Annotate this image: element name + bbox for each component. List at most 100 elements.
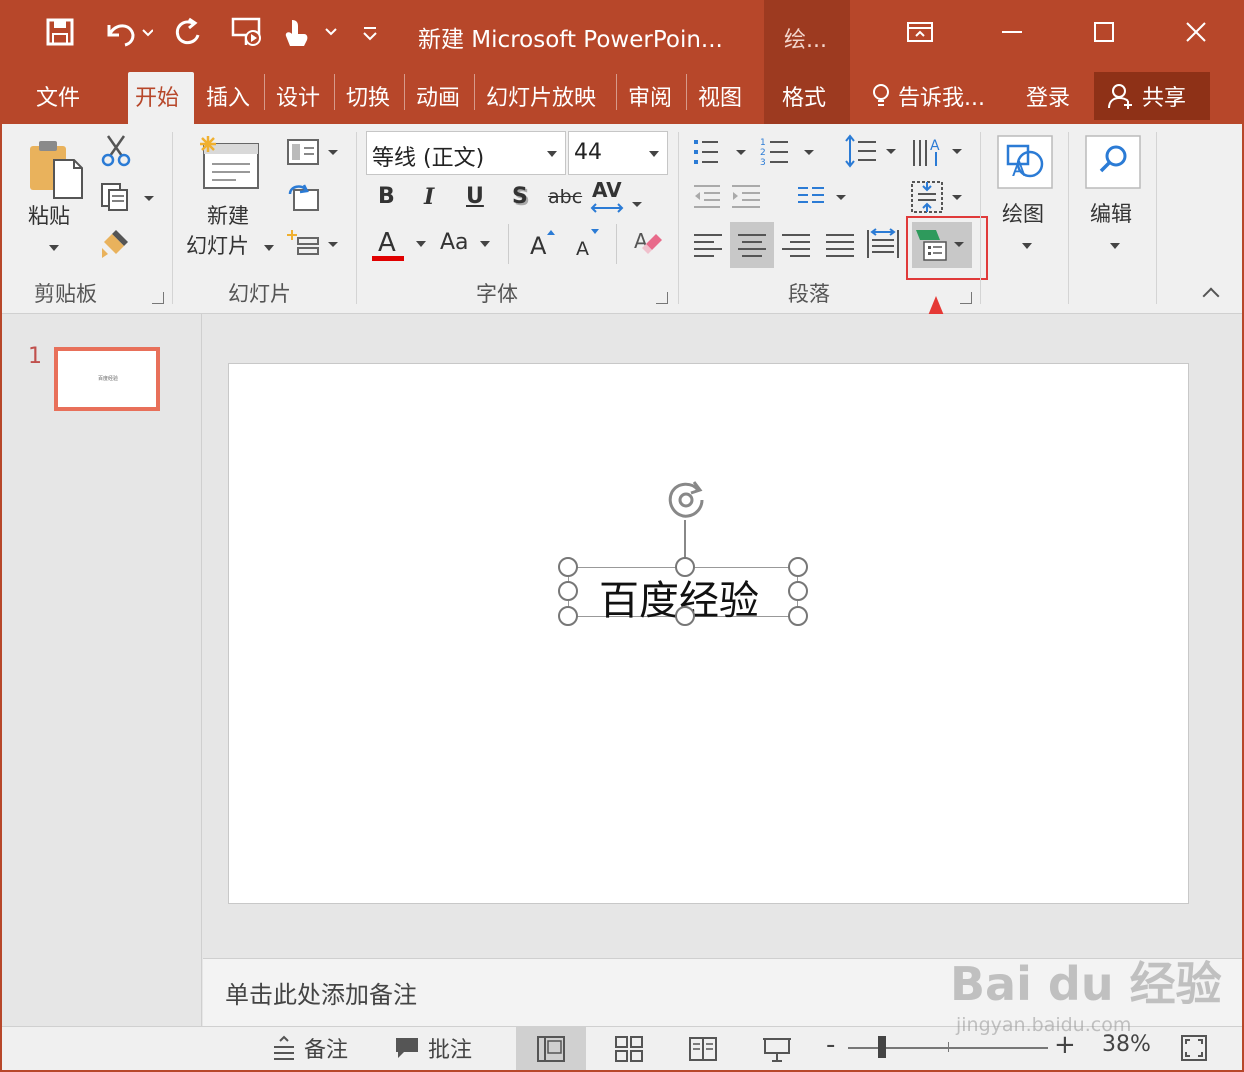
align-text-icon[interactable] xyxy=(910,178,968,216)
editing-label[interactable]: 编辑 xyxy=(1090,202,1132,227)
italic-button[interactable]: I xyxy=(424,184,434,210)
strikethrough-button[interactable]: abc xyxy=(548,186,582,208)
shrink-font-button[interactable]: A xyxy=(576,238,589,260)
editing-dropdown-icon[interactable] xyxy=(1110,243,1120,249)
present-from-start-icon[interactable] xyxy=(226,14,268,50)
font-color-dropdown-icon[interactable] xyxy=(416,241,426,247)
group-divider xyxy=(980,132,981,304)
char-spacing-button[interactable]: AV xyxy=(592,178,622,202)
tab-format[interactable]: 格式 xyxy=(782,80,826,112)
notes-icon xyxy=(274,1035,294,1060)
slide-canvas[interactable] xyxy=(228,363,1189,904)
customize-qat-icon[interactable] xyxy=(358,14,382,50)
minimize-icon[interactable] xyxy=(988,12,1036,52)
text-direction-icon[interactable]: A xyxy=(910,132,968,170)
tab-slideshow[interactable]: 幻灯片放映 xyxy=(486,80,596,112)
section-icon[interactable] xyxy=(286,228,342,264)
paragraph-launcher-icon[interactable] xyxy=(960,292,972,304)
clear-formatting-icon[interactable]: A xyxy=(632,226,664,260)
slide-sorter-icon[interactable] xyxy=(594,1026,664,1072)
undo-icon[interactable] xyxy=(100,14,156,50)
resize-handle-nw[interactable] xyxy=(558,557,578,577)
cut-icon[interactable] xyxy=(100,134,132,172)
resize-handle-e[interactable] xyxy=(788,581,808,601)
tab-review[interactable]: 审阅 xyxy=(628,80,672,112)
share-button[interactable]: 共享 xyxy=(1094,72,1210,120)
new-slide-label-1[interactable]: 新建 xyxy=(207,204,249,229)
shadow-button[interactable]: S xyxy=(512,184,528,209)
copy-icon[interactable] xyxy=(100,182,156,216)
window-title: 新建 Microsoft PowerPoin... xyxy=(418,27,723,53)
watermark-brand: Bai du 经验 xyxy=(950,957,1222,1011)
maximize-icon[interactable] xyxy=(1080,12,1128,52)
tab-animations[interactable]: 动画 xyxy=(416,80,460,112)
change-case-dropdown-icon[interactable] xyxy=(480,241,490,247)
distributed-icon[interactable] xyxy=(866,226,902,262)
align-center-icon[interactable] xyxy=(736,230,770,260)
font-name-select[interactable]: 等线 (正文) xyxy=(366,131,566,175)
slideshow-view-icon[interactable] xyxy=(742,1026,812,1072)
clipboard-launcher-icon[interactable] xyxy=(152,292,164,304)
drawing-dropdown-icon[interactable] xyxy=(1022,243,1032,249)
new-slide-label-2[interactable]: 幻灯片 xyxy=(186,234,249,259)
tab-view[interactable]: 视图 xyxy=(698,80,742,112)
change-case-button[interactable]: Aa xyxy=(440,230,469,255)
group-divider xyxy=(1156,132,1157,304)
search-icon[interactable] xyxy=(1084,134,1142,190)
resize-handle-sw[interactable] xyxy=(558,606,578,626)
paste-icon[interactable] xyxy=(26,138,86,199)
layout-icon[interactable] xyxy=(286,136,342,172)
align-left-icon[interactable] xyxy=(692,230,726,260)
bold-button[interactable]: B xyxy=(378,184,395,209)
justify-icon[interactable] xyxy=(824,230,858,260)
format-painter-icon[interactable] xyxy=(98,226,132,264)
tell-me-box[interactable]: 告诉我... xyxy=(872,80,985,112)
reset-slide-icon[interactable] xyxy=(286,182,322,218)
new-slide-dropdown-icon[interactable] xyxy=(264,245,274,251)
font-launcher-icon[interactable] xyxy=(656,292,668,304)
align-right-icon[interactable] xyxy=(780,230,814,260)
paste-dropdown-icon[interactable] xyxy=(49,245,59,251)
clipboard-group-label: 剪贴板 xyxy=(34,282,97,306)
normal-view-icon[interactable] xyxy=(516,1026,586,1072)
tab-file[interactable]: 文件 xyxy=(36,80,80,112)
ribbon-display-options-icon[interactable] xyxy=(896,12,944,52)
group-divider xyxy=(1068,132,1069,304)
zoom-out-button[interactable]: - xyxy=(826,1030,835,1060)
tab-home[interactable]: 开始 xyxy=(128,72,194,126)
new-slide-icon[interactable] xyxy=(196,134,262,198)
tab-design[interactable]: 设计 xyxy=(276,80,320,112)
grow-font-button[interactable]: A xyxy=(530,232,546,260)
resize-handle-se[interactable] xyxy=(788,606,808,626)
close-icon[interactable] xyxy=(1172,12,1220,52)
reading-view-icon[interactable] xyxy=(668,1026,738,1072)
bullets-icon[interactable] xyxy=(692,136,752,168)
line-spacing-icon[interactable] xyxy=(844,134,902,168)
drawing-label[interactable]: 绘图 xyxy=(1002,202,1044,227)
indent-icons[interactable] xyxy=(692,182,762,212)
zoom-slider-thumb[interactable] xyxy=(878,1036,886,1058)
resize-handle-w[interactable] xyxy=(558,581,578,601)
numbering-icon[interactable]: 123 xyxy=(760,136,820,168)
slide-thumbnail[interactable]: 百度经验 xyxy=(54,347,160,411)
signin-link[interactable]: 登录 xyxy=(1026,80,1070,112)
notes-toggle-button[interactable]: 备注 xyxy=(272,1032,348,1064)
tab-transitions[interactable]: 切换 xyxy=(346,80,390,112)
resize-handle-s[interactable] xyxy=(675,606,695,626)
columns-icon[interactable] xyxy=(796,182,854,212)
notes-placeholder[interactable]: 单击此处添加备注 xyxy=(225,975,417,1010)
resize-handle-n[interactable] xyxy=(675,557,695,577)
rotate-handle-icon[interactable] xyxy=(664,478,708,522)
underline-button[interactable]: U xyxy=(466,184,484,209)
redo-icon[interactable] xyxy=(168,14,208,50)
tab-insert[interactable]: 插入 xyxy=(206,80,250,112)
touch-mode-icon[interactable] xyxy=(280,14,342,50)
font-size-select[interactable]: 44 xyxy=(568,131,668,175)
resize-handle-ne[interactable] xyxy=(788,557,808,577)
save-icon[interactable] xyxy=(40,14,80,50)
comments-button[interactable]: 批注 xyxy=(394,1032,472,1064)
font-color-button[interactable]: A xyxy=(378,228,396,258)
drawing-shapes-icon[interactable]: A xyxy=(996,134,1054,190)
paste-label[interactable]: 粘贴 xyxy=(28,204,70,229)
fit-to-window-icon[interactable] xyxy=(1180,1034,1208,1066)
